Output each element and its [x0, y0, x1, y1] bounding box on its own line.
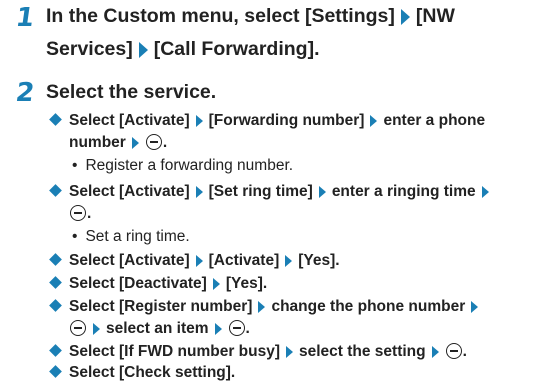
triangle-right-icon: [258, 300, 266, 313]
note-forwarding-number: • Register a forwarding number.: [72, 157, 294, 174]
diamond-bullet-icon: [49, 344, 62, 358]
diamond-bullet-icon: [49, 365, 62, 379]
triangle-right-icon: [286, 345, 293, 358]
diamond-bullet-icon: [49, 184, 62, 198]
diamond-bullet-icon: [49, 253, 62, 267]
diamond-bullet-icon: [49, 299, 62, 313]
center-key-icon: [145, 133, 162, 150]
option-fwd-busy: Select [If FWD number busy] select the se…: [48, 341, 467, 363]
center-key-icon: [228, 319, 245, 336]
triangle-right-icon: [195, 185, 203, 198]
option-activate: Select [Activate] [Activate] [Yes].: [48, 250, 340, 272]
triangle-right-icon: [400, 8, 410, 25]
triangle-right-icon: [93, 322, 100, 335]
triangle-right-icon: [370, 114, 378, 127]
diamond-bullet-icon: [49, 276, 62, 290]
option-forwarding-number-cont: number.: [69, 133, 168, 151]
triangle-right-icon: [138, 41, 148, 58]
option-register-number: Select [Register number] change the phone…: [48, 296, 484, 318]
step-1-text: In the Custom menu, select [Settings] [NW…: [46, 5, 455, 60]
triangle-right-icon: [285, 254, 293, 267]
option-deactivate: Select [Deactivate] [Yes].: [48, 273, 267, 295]
triangle-right-icon: [318, 185, 326, 198]
diamond-bullet-icon: [49, 113, 62, 127]
triangle-right-icon: [212, 277, 220, 290]
option-check-setting: Select [Check setting].: [48, 362, 235, 384]
center-key-icon: [70, 204, 86, 221]
step-number-1: 1: [13, 3, 37, 33]
triangle-right-icon: [481, 185, 489, 198]
option-register-number-cont: select an item.: [69, 318, 250, 340]
note-ring-time: • Set a ring time.: [72, 228, 190, 245]
center-key-icon: [70, 319, 86, 336]
step-number-2: 2: [13, 78, 37, 108]
triangle-right-icon: [431, 345, 439, 358]
triangle-right-icon: [195, 254, 203, 267]
triangle-right-icon: [471, 300, 479, 313]
option-ring-time: Select [Activate] [Set ring time] enter a …: [48, 181, 495, 203]
option-ring-time-cont: .: [69, 203, 91, 225]
step-2-title: Select the service.: [46, 81, 217, 103]
triangle-right-icon: [195, 114, 203, 127]
option-forwarding-number: Select [Activate] [Forwarding number] ente…: [48, 110, 485, 132]
triangle-right-icon: [214, 322, 222, 335]
triangle-right-icon: [131, 136, 139, 149]
center-key-icon: [445, 342, 462, 359]
